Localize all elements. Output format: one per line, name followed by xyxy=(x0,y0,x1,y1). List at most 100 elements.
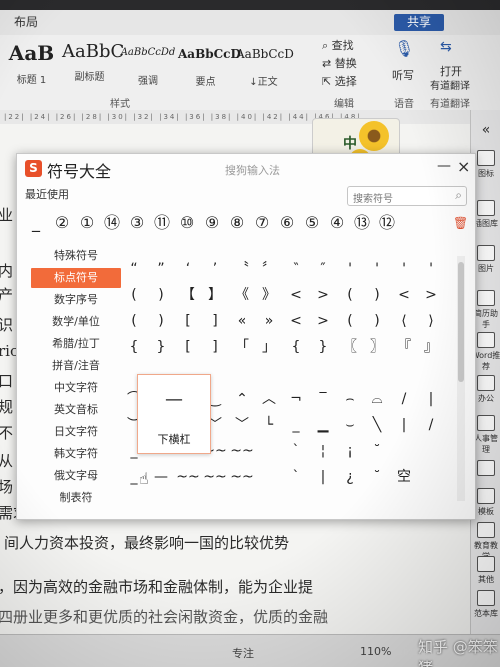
symbol-cell[interactable]: > xyxy=(419,284,443,306)
symbol-cell[interactable]: ⟩ xyxy=(419,310,443,332)
symbol-cell[interactable] xyxy=(230,362,254,384)
symbol-cell[interactable]: ˋ xyxy=(284,440,308,462)
symbol-cell[interactable]: | xyxy=(392,414,416,436)
symbol-cell[interactable]: 〖 xyxy=(338,336,362,358)
symbol-cell[interactable]: ﹀ xyxy=(230,414,254,436)
category-item[interactable]: 拼音/注音 xyxy=(31,356,121,376)
tab-layout[interactable]: 布局 xyxy=(14,13,38,30)
symbol-cell[interactable]: ) xyxy=(149,284,173,306)
category-item[interactable]: 中文字符 xyxy=(31,378,121,398)
symbol-cell[interactable] xyxy=(419,440,443,462)
symbol-cell[interactable]: > xyxy=(311,310,335,332)
symbol-cell[interactable]: ~~ xyxy=(176,466,200,488)
symbol-cell[interactable]: ‶ xyxy=(284,258,308,280)
symbol-cell[interactable]: ~~ xyxy=(230,466,254,488)
recent-symbol[interactable]: ⑨ xyxy=(201,212,223,234)
symbol-cell[interactable]: < xyxy=(284,284,308,306)
category-item[interactable]: 英文音标 xyxy=(31,400,121,420)
symbol-cell[interactable] xyxy=(392,440,416,462)
symbol-cell[interactable] xyxy=(392,362,416,384)
collapse-chevron-icon[interactable]: « xyxy=(471,122,500,138)
symbol-cell[interactable]: ' xyxy=(365,258,389,280)
symbol-cell[interactable]: _ xyxy=(284,414,308,436)
translate-button[interactable]: 有道翻译 xyxy=(430,77,470,92)
symbol-cell[interactable]: ( xyxy=(122,284,146,306)
pane-item-other[interactable]: 其他 xyxy=(471,556,500,585)
recent-symbol[interactable]: ① xyxy=(76,212,98,234)
category-item[interactable]: 特殊符号 xyxy=(31,246,121,266)
recent-symbol[interactable]: ⑩ xyxy=(176,212,198,234)
symbol-cell[interactable]: ‘ xyxy=(176,258,200,280)
recent-symbol[interactable]: ② xyxy=(51,212,73,234)
symbol-cell[interactable]: ' xyxy=(392,258,416,280)
symbol-cell[interactable]: 【 xyxy=(176,284,200,306)
symbol-cell[interactable]: — xyxy=(149,466,173,488)
symbol-cell[interactable]: ’ xyxy=(203,258,227,280)
symbol-cell[interactable]: { xyxy=(122,336,146,358)
symbol-cell[interactable]: 》 xyxy=(257,284,281,306)
symbol-cell[interactable]: ( xyxy=(338,284,362,306)
category-item[interactable]: 日文字符 xyxy=(31,422,121,442)
symbol-cell[interactable] xyxy=(311,362,335,384)
symbol-cell[interactable] xyxy=(257,362,281,384)
symbol-cell[interactable]: > xyxy=(311,284,335,306)
symbol-cell[interactable]: └ xyxy=(257,414,281,436)
recent-symbol[interactable]: _ xyxy=(25,212,47,234)
symbol-cell[interactable]: 《 xyxy=(230,284,254,306)
symbol-cell[interactable]: 〗 xyxy=(365,336,389,358)
grid-scrollbar-thumb[interactable] xyxy=(458,262,464,382)
symbol-cell[interactable]: ⌢ xyxy=(338,388,362,410)
style-subtitle[interactable]: AaBbC 副标题 xyxy=(62,39,124,91)
minimize-button[interactable]: — xyxy=(437,158,451,174)
symbol-cell[interactable]: ‾ xyxy=(311,388,335,410)
symbol-cell[interactable]: ( xyxy=(338,310,362,332)
symbol-cell[interactable]: ¦ xyxy=(311,440,335,462)
find-button[interactable]: ⌕ 查找 xyxy=(322,37,354,53)
search-icon[interactable]: ⌕ xyxy=(455,188,462,203)
symbol-cell[interactable] xyxy=(257,466,281,488)
symbol-cell[interactable]: ) xyxy=(365,310,389,332)
symbol-cell[interactable]: ˋ xyxy=(284,466,308,488)
recent-symbol[interactable]: ③ xyxy=(126,212,148,234)
symbol-cell[interactable]: { xyxy=(284,336,308,358)
recent-symbol[interactable]: ⑫ xyxy=(376,212,398,234)
symbol-cell[interactable]: } xyxy=(149,336,173,358)
symbol-cell[interactable]: « xyxy=(230,310,254,332)
category-item[interactable]: 希腊/拉丁 xyxy=(31,334,121,354)
recent-symbol[interactable]: ⑪ xyxy=(151,212,173,234)
symbol-search-input[interactable] xyxy=(348,190,450,209)
symbol-cell[interactable]: ▁ xyxy=(311,414,335,436)
symbol-cell[interactable]: | xyxy=(311,466,335,488)
symbol-cell[interactable]: ) xyxy=(365,284,389,306)
symbol-cell[interactable]: [ xyxy=(176,336,200,358)
symbol-cell[interactable]: } xyxy=(311,336,335,358)
symbol-cell[interactable]: | xyxy=(419,388,443,410)
symbol-cell[interactable] xyxy=(419,466,443,488)
recent-symbol[interactable]: ⑦ xyxy=(251,212,273,234)
symbol-cell[interactable]: ˘ xyxy=(365,440,389,462)
category-item[interactable]: 制表符 xyxy=(31,488,121,508)
style-heading-1[interactable]: AaB 标题 1 xyxy=(4,39,59,91)
category-item-active[interactable]: 标点符号 xyxy=(31,268,121,288)
symbol-cell[interactable]: ] xyxy=(203,336,227,358)
style-emphasis[interactable]: AaBbCcDd 强调 xyxy=(120,39,176,91)
symbol-search-box[interactable]: ⌕ xyxy=(347,186,467,209)
symbol-cell[interactable] xyxy=(338,362,362,384)
symbol-cell[interactable]: / xyxy=(419,414,443,436)
symbol-cell[interactable]: “ xyxy=(122,258,146,280)
recent-symbol[interactable]: ⑧ xyxy=(226,212,248,234)
symbol-cell[interactable]: ~~ xyxy=(203,466,227,488)
style-body[interactable]: AaBbCcD ↓正文 xyxy=(236,39,294,91)
symbol-cell[interactable] xyxy=(257,440,281,462)
translate-icon[interactable]: ⇆ xyxy=(440,39,452,55)
symbol-cell[interactable]: ″ xyxy=(311,258,335,280)
symbol-cell[interactable]: 「 xyxy=(230,336,254,358)
focus-mode-button[interactable]: 专注 xyxy=(232,645,254,661)
symbol-cell[interactable] xyxy=(365,362,389,384)
symbol-cell[interactable]: ⌃ xyxy=(230,388,254,410)
recent-symbol[interactable]: ⑤ xyxy=(301,212,323,234)
symbol-cell[interactable]: ' xyxy=(419,258,443,280)
dictate-button[interactable]: 听写 xyxy=(392,67,414,83)
symbol-cell[interactable]: 」 xyxy=(257,336,281,358)
category-item[interactable]: 数字序号 xyxy=(31,290,121,310)
